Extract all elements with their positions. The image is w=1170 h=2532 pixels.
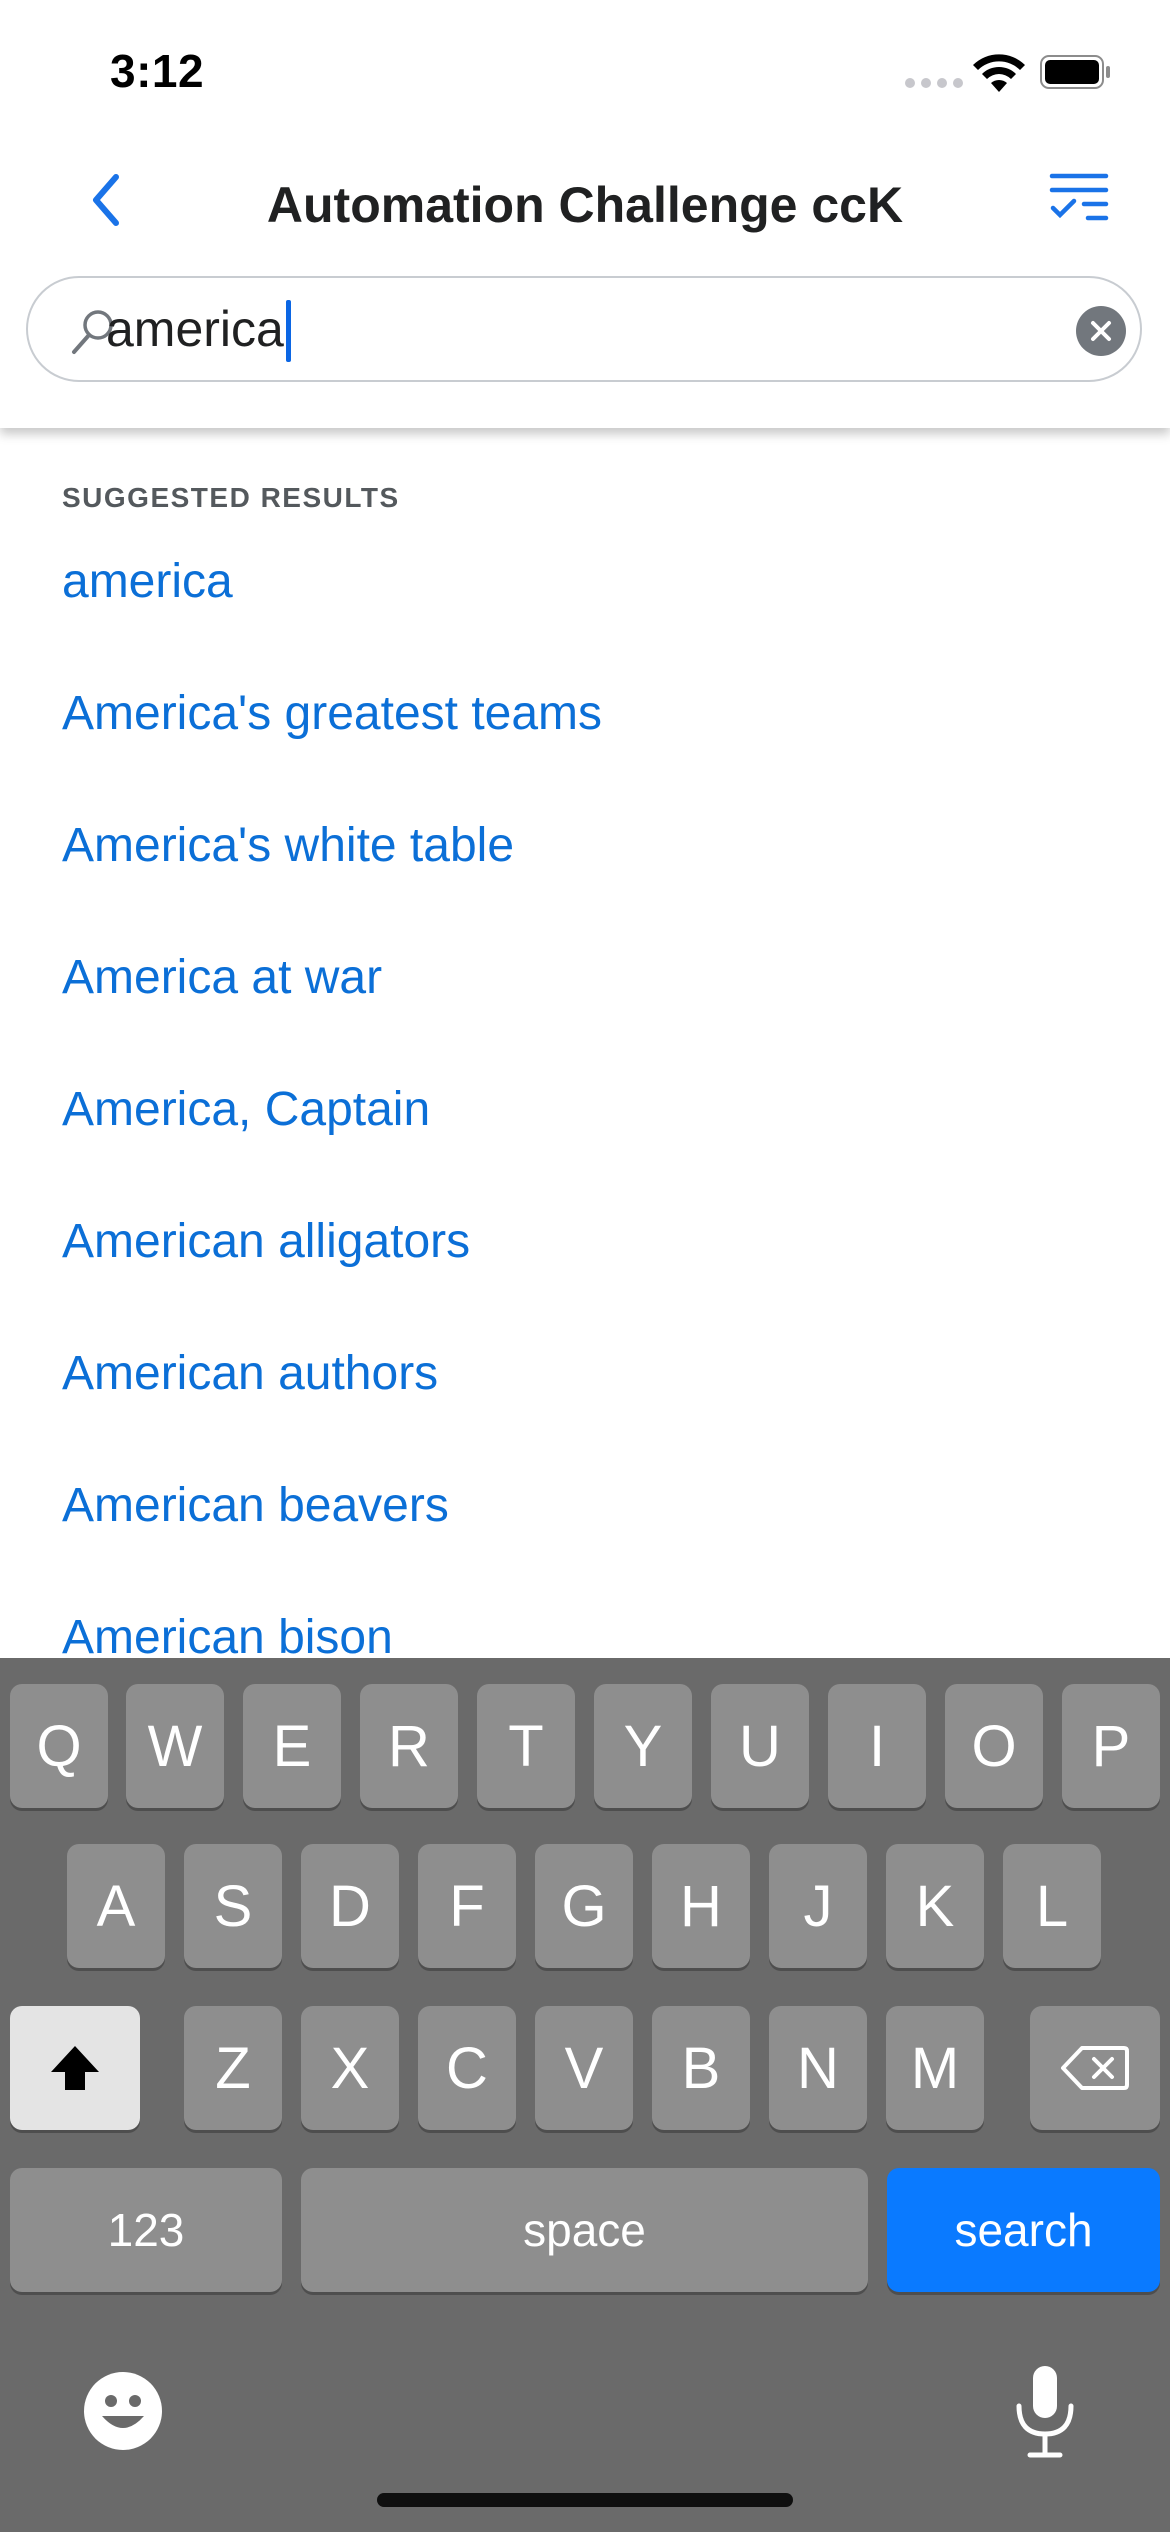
suggested-results: SUGGESTED RESULTS america America's grea… — [0, 428, 1170, 1658]
emoji-icon[interactable] — [82, 2370, 164, 2452]
key-y[interactable]: Y — [594, 1684, 692, 1808]
space-key[interactable]: space — [301, 2168, 868, 2292]
key-k[interactable]: K — [886, 1844, 984, 1968]
numbers-key[interactable]: 123 — [10, 2168, 282, 2292]
result-item[interactable]: American beavers — [62, 1478, 602, 1610]
key-l[interactable]: L — [1003, 1844, 1101, 1968]
status-bar: 3:12 — [0, 0, 1170, 140]
key-w[interactable]: W — [126, 1684, 224, 1808]
key-h[interactable]: H — [652, 1844, 750, 1968]
key-m[interactable]: M — [886, 2006, 984, 2130]
home-indicator — [377, 2493, 793, 2507]
search-box[interactable] — [26, 276, 1142, 382]
result-item[interactable]: America's white table — [62, 818, 602, 950]
key-u[interactable]: U — [711, 1684, 809, 1808]
result-item[interactable]: America's greatest teams — [62, 686, 602, 818]
key-a[interactable]: A — [67, 1844, 165, 1968]
key-o[interactable]: O — [945, 1684, 1043, 1808]
backspace-icon — [1061, 2046, 1129, 2090]
keyboard: Q W E R T Y U I O P A S D F G H J K L Z … — [0, 1658, 1170, 2532]
key-c[interactable]: C — [418, 2006, 516, 2130]
text-cursor — [286, 300, 291, 362]
key-r[interactable]: R — [360, 1684, 458, 1808]
result-item[interactable]: American alligators — [62, 1214, 602, 1346]
key-x[interactable]: X — [301, 2006, 399, 2130]
key-z[interactable]: Z — [184, 2006, 282, 2130]
key-n[interactable]: N — [769, 2006, 867, 2130]
key-g[interactable]: G — [535, 1844, 633, 1968]
key-i[interactable]: I — [828, 1684, 926, 1808]
key-p[interactable]: P — [1062, 1684, 1160, 1808]
key-v[interactable]: V — [535, 2006, 633, 2130]
section-label: SUGGESTED RESULTS — [62, 482, 400, 513]
clear-icon[interactable] — [1076, 306, 1126, 356]
key-f[interactable]: F — [418, 1844, 516, 1968]
key-j[interactable]: J — [769, 1844, 867, 1968]
battery-icon — [1040, 55, 1110, 89]
result-item[interactable]: American authors — [62, 1346, 602, 1478]
status-time: 3:12 — [110, 45, 205, 97]
key-t[interactable]: T — [477, 1684, 575, 1808]
microphone-icon[interactable] — [1010, 2362, 1080, 2462]
filter-list-icon[interactable] — [1048, 170, 1110, 226]
key-b[interactable]: B — [652, 2006, 750, 2130]
result-item[interactable]: america — [62, 554, 602, 686]
wifi-icon — [973, 54, 1025, 92]
key-e[interactable]: E — [243, 1684, 341, 1808]
shift-icon — [51, 2046, 99, 2090]
cellular-signal-icon — [905, 78, 963, 88]
result-item[interactable]: American bison — [62, 1610, 602, 1658]
result-list: america America's greatest teams America… — [62, 554, 602, 1658]
search-key[interactable]: search — [887, 2168, 1160, 2292]
page-title: Automation Challenge ccK — [266, 177, 904, 233]
search-input[interactable] — [106, 294, 1006, 364]
result-item[interactable]: America, Captain — [62, 1082, 602, 1214]
key-d[interactable]: D — [301, 1844, 399, 1968]
key-s[interactable]: S — [184, 1844, 282, 1968]
key-q[interactable]: Q — [10, 1684, 108, 1808]
shift-key[interactable] — [10, 2006, 140, 2130]
result-item[interactable]: America at war — [62, 950, 602, 1082]
backspace-key[interactable] — [1030, 2006, 1160, 2130]
